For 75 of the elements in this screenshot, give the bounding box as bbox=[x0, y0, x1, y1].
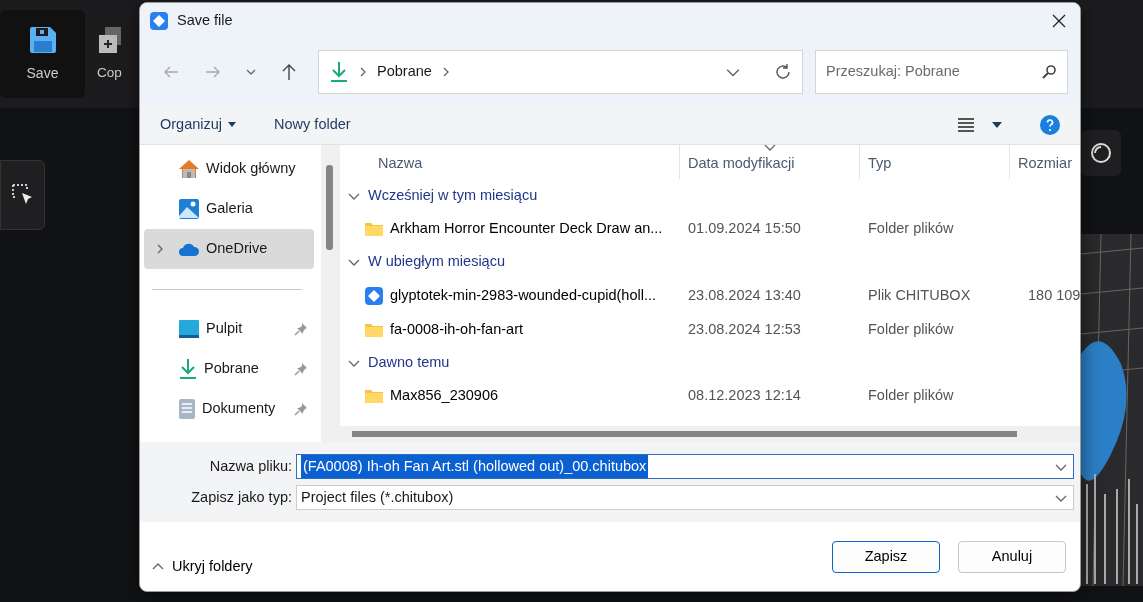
dialog-button[interactable]: Anuluj bbox=[958, 540, 1066, 573]
search-placeholder: Przeszukaj: Pobrane bbox=[826, 62, 961, 82]
dialog-button[interactable]: Zapisz bbox=[832, 540, 940, 573]
selection-tool-button[interactable] bbox=[0, 160, 45, 230]
download-icon bbox=[178, 358, 198, 380]
view-tool-button[interactable] bbox=[1081, 130, 1121, 176]
file-date: 08.12.2023 12:14 bbox=[687, 385, 802, 405]
caret-down-icon bbox=[992, 121, 1002, 128]
sidebar-item[interactable]: Widok główny bbox=[144, 149, 314, 189]
file-name: Max856_230906 bbox=[390, 385, 499, 405]
file-date: 23.08.2024 12:53 bbox=[687, 319, 802, 339]
file-type: Folder plików bbox=[867, 319, 955, 339]
scrollbar-thumb[interactable] bbox=[352, 431, 1017, 437]
sidebar-item[interactable]: Galeria bbox=[144, 189, 314, 229]
refresh-icon bbox=[774, 63, 792, 81]
file-name: fa-0008-ih-oh-fan-art bbox=[390, 319, 523, 339]
list-view-icon bbox=[958, 117, 974, 132]
file-row[interactable]: glyptotek-min-2983-wounded-cupid(holl... 23.08.2024 13:40 Plik CHITUBOX 180 109 bbox=[342, 278, 1080, 313]
copy-icon bbox=[97, 24, 123, 55]
help-icon bbox=[1040, 114, 1060, 135]
file-name: Arkham Horror Encounter Deck Draw an... bbox=[390, 218, 663, 238]
command-button[interactable]: Nowy folder bbox=[264, 109, 361, 140]
file-row[interactable]: fa-0008-ih-oh-fan-art 23.08.2024 12:53 Folder plików bbox=[342, 313, 1080, 346]
file-row[interactable]: Arkham Horror Encounter Deck Draw an... 01.09.2024 15:50 Folder plików bbox=[342, 212, 1080, 245]
file-type: Folder plików bbox=[867, 218, 955, 238]
app-logo-icon bbox=[364, 285, 384, 306]
file-row[interactable]: Max856_230906 08.12.2023 12:14 Folder plików bbox=[342, 379, 1080, 412]
column-header[interactable]: Typ bbox=[860, 145, 1010, 179]
file-date: 23.08.2024 13:40 bbox=[687, 285, 802, 305]
house-icon bbox=[178, 159, 200, 179]
folder-icon bbox=[364, 387, 384, 404]
desktop-icon bbox=[178, 319, 200, 339]
sphere-icon bbox=[1090, 142, 1112, 164]
file-type: Plik CHITUBOX bbox=[867, 285, 972, 305]
app-logo-icon bbox=[149, 11, 169, 31]
sidebar-item[interactable]: Pulpit bbox=[144, 309, 314, 349]
filename-field[interactable]: (FA0008) Ih-oh Fan Art.stl (hollowed out)_00.chitubox bbox=[296, 454, 1074, 479]
close-icon bbox=[1052, 14, 1066, 28]
scrollbar-thumb[interactable] bbox=[326, 165, 334, 250]
up-arrow-icon bbox=[280, 63, 298, 81]
breadcrumb-item[interactable]: Pobrane bbox=[377, 61, 432, 83]
file-type: Folder plików bbox=[867, 385, 955, 405]
toolbar-button[interactable]: Cop bbox=[97, 10, 123, 98]
download-icon bbox=[329, 61, 349, 83]
command-button[interactable]: Organizuj bbox=[150, 109, 247, 140]
sidebar-item[interactable]: Dokumenty bbox=[144, 389, 314, 429]
folder-icon bbox=[364, 321, 384, 338]
sidebar-item[interactable]: OneDrive bbox=[144, 229, 314, 269]
hide-folders-toggle[interactable]: Ukryj foldery bbox=[152, 555, 253, 578]
folder-icon bbox=[364, 220, 384, 237]
column-header[interactable]: Data modyfikacji bbox=[680, 145, 860, 179]
document-icon bbox=[178, 398, 196, 420]
field-label: Zapisz jako typ: bbox=[190, 487, 292, 507]
file-type-dropdown[interactable]: Project files (*.chitubox) bbox=[296, 485, 1074, 510]
cloud-icon bbox=[178, 241, 200, 257]
group-header[interactable]: Dawno temu bbox=[342, 346, 1080, 379]
group-header[interactable]: W ubiegłym miesiącu bbox=[342, 245, 1080, 278]
pin-icon bbox=[294, 362, 308, 376]
field-label: Nazwa pliku: bbox=[208, 456, 292, 476]
search-icon bbox=[1041, 64, 1057, 80]
caret-down-icon bbox=[228, 122, 237, 127]
file-size: 180 109 bbox=[1027, 285, 1080, 305]
pin-icon bbox=[294, 322, 308, 336]
column-header[interactable]: Rozmiar bbox=[1010, 145, 1080, 179]
column-header[interactable]: Nazwa bbox=[342, 145, 680, 179]
group-header[interactable]: Wcześniej w tym miesiącu bbox=[342, 179, 1080, 212]
search-field[interactable]: Przeszukaj: Pobrane bbox=[815, 50, 1068, 94]
file-name: glyptotek-min-2983-wounded-cupid(holl... bbox=[390, 285, 656, 305]
file-date: 01.09.2024 15:50 bbox=[687, 218, 802, 238]
pin-icon bbox=[294, 402, 308, 416]
window-title: Save file bbox=[177, 11, 233, 31]
sidebar-item[interactable]: Pobrane bbox=[144, 349, 314, 389]
address-bar[interactable]: Pobrane bbox=[318, 50, 803, 94]
toolbar-button[interactable]: Save bbox=[0, 10, 85, 98]
picture-icon bbox=[178, 198, 200, 220]
